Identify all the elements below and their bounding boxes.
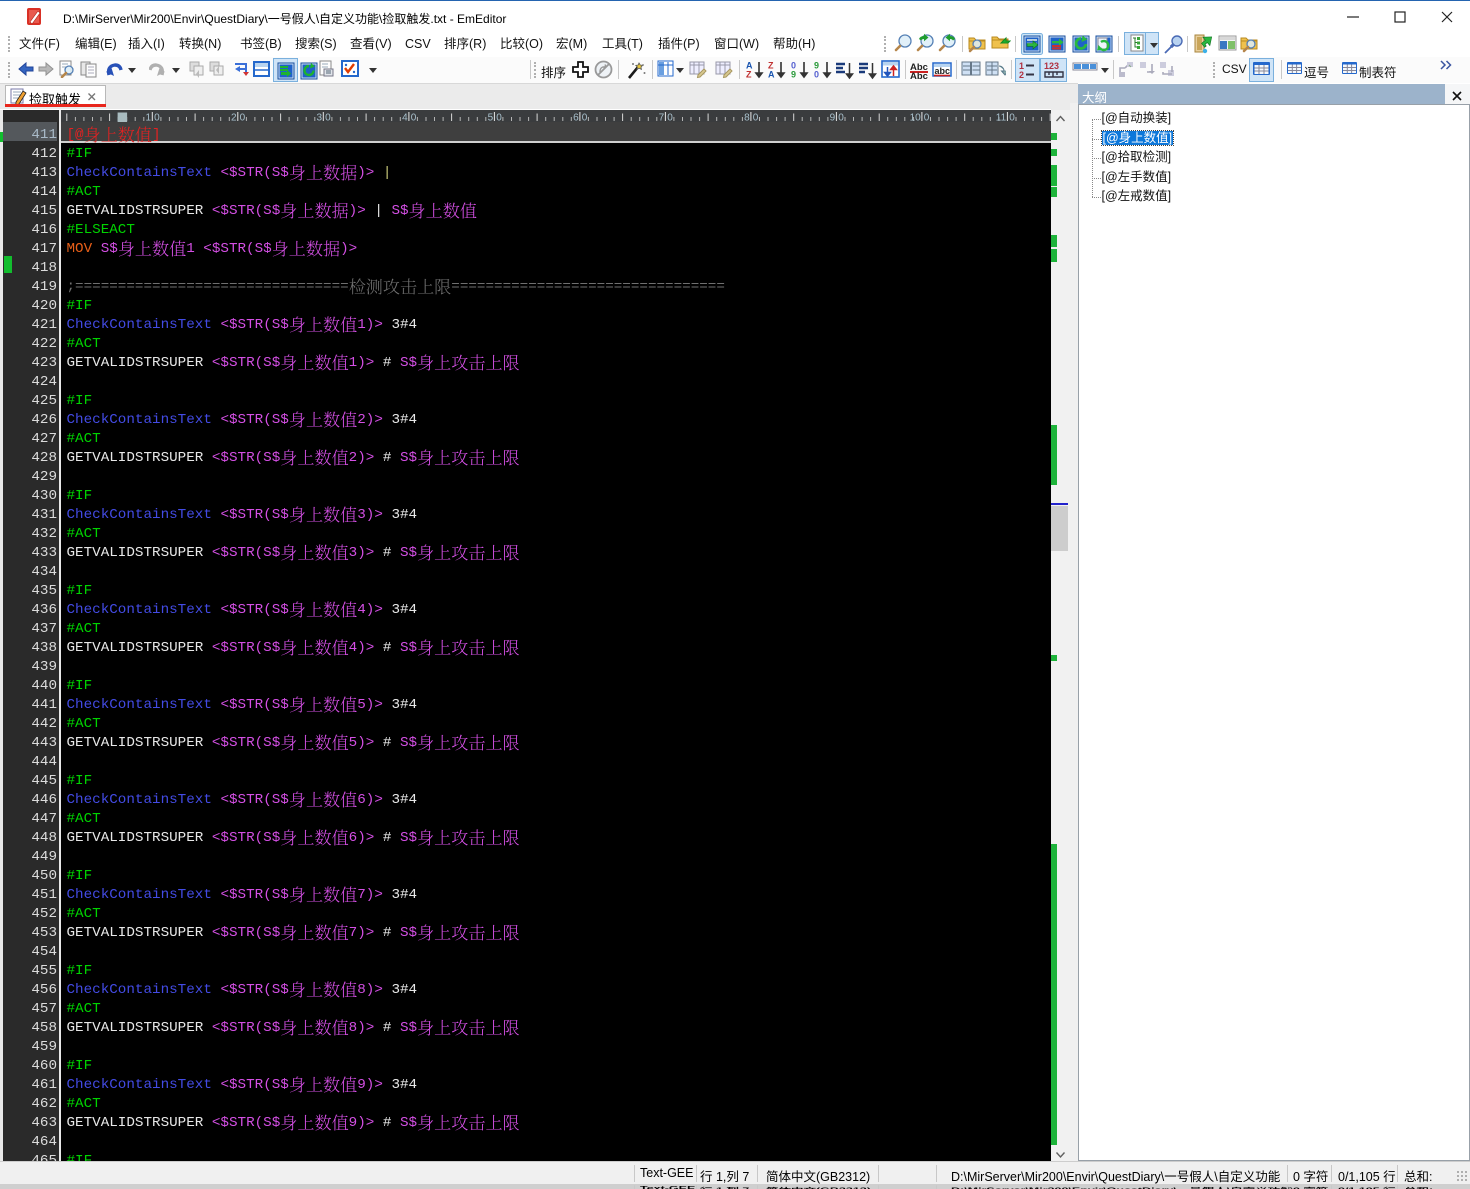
svg-text:2: 2 [1019, 70, 1024, 80]
svg-text:Abc: Abc [910, 71, 928, 80]
svg-text:3: 3 [317, 112, 323, 122]
svg-text:0: 0 [496, 112, 502, 122]
svg-text:0: 0 [325, 112, 331, 122]
svg-text:0: 0 [667, 112, 673, 122]
svg-text:11: 11 [996, 112, 1007, 122]
svg-text:A: A [768, 70, 775, 80]
svg-text:10: 10 [910, 112, 922, 122]
svg-text:0: 0 [753, 112, 759, 122]
svg-text:2: 2 [231, 112, 237, 122]
svg-text:123: 123 [1044, 61, 1059, 71]
svg-text:8: 8 [744, 112, 750, 122]
svg-text:0: 0 [924, 112, 930, 122]
svg-text:7: 7 [659, 112, 665, 122]
svg-text:0: 0 [1009, 112, 1015, 122]
svg-text:abc: abc [935, 66, 951, 76]
svg-text:0: 0 [838, 112, 844, 122]
svg-text:0: 0 [411, 112, 417, 122]
svg-text:6: 6 [573, 112, 579, 122]
svg-text:0: 0 [154, 112, 160, 122]
svg-text:0: 0 [814, 70, 819, 80]
svg-text:4: 4 [402, 112, 408, 122]
svg-text:1: 1 [146, 112, 152, 122]
svg-text:Z: Z [746, 70, 752, 80]
svg-text:5: 5 [488, 112, 494, 122]
svg-text:0: 0 [240, 112, 246, 122]
svg-text:9: 9 [830, 112, 836, 122]
svg-text:9: 9 [791, 70, 796, 80]
svg-text:0: 0 [582, 112, 588, 122]
